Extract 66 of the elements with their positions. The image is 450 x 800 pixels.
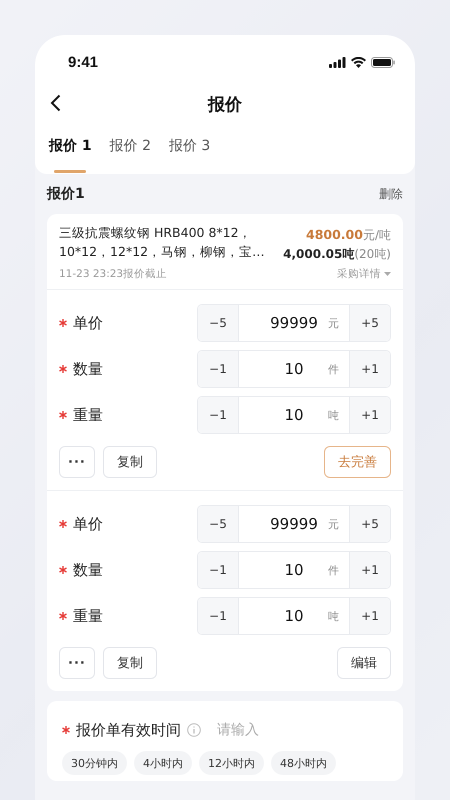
field-label: 重量 — [73, 606, 103, 626]
increment-button[interactable]: +5 — [350, 305, 390, 341]
caret-icon — [384, 272, 391, 276]
delete-link[interactable]: 删除 — [379, 186, 403, 202]
field-value: 10 — [284, 360, 304, 378]
unit-label: 元 — [328, 516, 339, 532]
price-value: 4800.00 — [306, 227, 363, 242]
number-field[interactable]: 10 吨 — [238, 598, 350, 634]
field-label: 报价单有效时间 — [76, 720, 181, 740]
back-icon — [50, 94, 61, 112]
number-field[interactable]: 99999 元 — [238, 305, 350, 341]
number-field[interactable]: 10 件 — [238, 552, 350, 588]
time-option-chip[interactable]: 4小时内 — [134, 751, 192, 775]
copy-button[interactable]: 复制 — [102, 647, 157, 679]
increment-button[interactable]: +1 — [350, 598, 390, 634]
tab[interactable]: 报价 3 — [166, 130, 212, 174]
field-value: 10 — [284, 607, 304, 625]
field-label: 数量 — [73, 360, 103, 378]
weight-note: (20吨) — [354, 247, 391, 261]
deadline-text: 11-23 23:23报价截止 — [59, 267, 168, 281]
unit-label: 件 — [328, 362, 339, 376]
decrement-button[interactable]: −1 — [198, 552, 238, 588]
field-value: 99999 — [270, 314, 318, 332]
weight-value: 4,000.05吨 — [283, 247, 354, 261]
time-option-chip[interactable]: 48小时内 — [271, 751, 336, 775]
edit-button[interactable]: 编辑 — [337, 647, 391, 679]
field-label: 数量 — [73, 560, 103, 580]
tab[interactable]: 报价 1 — [47, 130, 94, 174]
decrement-button[interactable]: −1 — [198, 351, 238, 387]
time-input-field[interactable]: 请输入 — [217, 722, 317, 738]
decrement-button[interactable]: −5 — [198, 506, 238, 542]
increment-button[interactable]: +1 — [350, 397, 390, 433]
unit-label: 吨 — [328, 608, 339, 624]
section-title: 报价1 — [47, 185, 85, 203]
field-label: 重量 — [73, 406, 103, 424]
wifi-icon — [351, 56, 366, 68]
time-option-chip[interactable]: 12小时内 — [199, 751, 264, 775]
decrement-button[interactable]: −1 — [198, 397, 238, 433]
unit-label: 元 — [328, 316, 339, 330]
field-value: 99999 — [270, 515, 318, 533]
unit-label: 件 — [328, 562, 339, 578]
increment-button[interactable]: +1 — [350, 552, 390, 588]
number-field[interactable]: 10 件 — [238, 351, 350, 387]
battery-icon — [371, 56, 395, 68]
tab[interactable]: 报价 2 — [108, 130, 153, 174]
field-label: 单价 — [73, 314, 103, 332]
unit-label: 吨 — [328, 408, 339, 422]
field-label: 单价 — [73, 514, 103, 534]
field-value: 10 — [284, 406, 304, 424]
more-button[interactable]: ··· — [59, 446, 95, 478]
increment-button[interactable]: +1 — [350, 351, 390, 387]
status-time: 9:41 — [68, 54, 98, 70]
number-field[interactable]: 99999 元 — [238, 506, 350, 542]
more-button[interactable]: ··· — [59, 647, 95, 679]
number-field[interactable]: 10 吨 — [238, 397, 350, 433]
product-name: 三级抗震螺纹钢 HRB400 8*12，10*12，12*12，马钢，柳钢，宝… — [59, 224, 266, 261]
page-title: 报价 — [208, 94, 242, 116]
copy-button[interactable]: 复制 — [102, 446, 157, 478]
signal-icon — [329, 56, 346, 68]
back-button[interactable] — [50, 94, 61, 112]
time-option-chip[interactable]: 30分钟内 — [62, 751, 127, 775]
price-unit: 元/吨 — [362, 228, 391, 242]
decrement-button[interactable]: −5 — [198, 305, 238, 341]
decrement-button[interactable]: −1 — [198, 598, 238, 634]
increment-button[interactable]: +5 — [350, 506, 390, 542]
field-value: 10 — [284, 561, 304, 579]
